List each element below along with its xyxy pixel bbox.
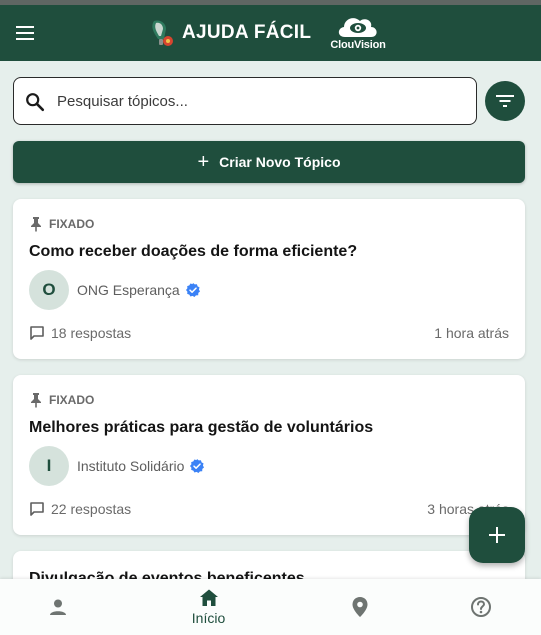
pinned-label: FIXADO <box>49 217 95 231</box>
app-logo-icon <box>152 20 173 46</box>
app-bar: AJUDA FÁCIL ClouVision <box>0 5 541 61</box>
nav-item-help[interactable] <box>413 579 541 635</box>
pinned-row: FIXADO <box>29 216 94 232</box>
nav-label-home: Início <box>191 610 226 626</box>
comment-icon <box>30 502 44 516</box>
filter-icon <box>496 95 514 107</box>
replies-count: 18 respostas <box>29 325 131 341</box>
verified-badge-icon <box>185 283 200 297</box>
partner-logo-text: ClouVision <box>330 39 386 51</box>
verified-badge-icon <box>190 459 205 473</box>
author-name: ONG Esperança <box>77 282 180 298</box>
comment-icon <box>30 326 44 340</box>
search-input[interactable] <box>57 86 457 116</box>
author-row: O ONG Esperança <box>29 270 201 310</box>
avatar: O <box>29 270 69 310</box>
app-brand: AJUDA FÁCIL <box>148 15 311 51</box>
cloud-eye-icon <box>338 18 377 37</box>
topic-title[interactable]: Melhores práticas para gestão de voluntá… <box>29 419 373 437</box>
plus-icon: + <box>197 151 210 173</box>
help-icon <box>470 597 491 617</box>
new-topic-button[interactable]: + Criar Novo Tópico <box>13 141 525 183</box>
topic-card[interactable]: FIXADO Melhores práticas para gestão de … <box>13 375 525 535</box>
topic-time: 1 hora atrás <box>434 325 509 341</box>
topic-meta: 18 respostas 1 hora atrás <box>29 325 509 341</box>
pinned-label: FIXADO <box>49 393 95 407</box>
topic-card[interactable]: FIXADO Como receber doações de forma efi… <box>13 199 525 359</box>
topic-meta: 22 respostas 3 horas atrás <box>29 501 509 517</box>
pinned-row: FIXADO <box>29 392 94 408</box>
nav-item-location[interactable] <box>292 579 427 635</box>
filter-button[interactable] <box>485 81 525 121</box>
location-pin-icon <box>352 597 367 617</box>
bottom-nav: Início <box>0 579 541 635</box>
replies-count: 22 respostas <box>29 501 131 517</box>
search-icon <box>26 93 45 112</box>
menu-icon <box>16 26 34 40</box>
search-box[interactable] <box>13 77 477 125</box>
home-icon <box>199 589 218 606</box>
add-topic-fab[interactable] <box>469 507 525 563</box>
nav-item-profile[interactable] <box>0 579 125 635</box>
pin-icon <box>31 217 41 232</box>
menu-button[interactable] <box>10 18 40 48</box>
nav-item-home[interactable]: Início <box>141 579 276 635</box>
pin-icon <box>31 393 41 408</box>
app-title: AJUDA FÁCIL <box>182 22 312 43</box>
author-row: I Instituto Solidário <box>29 446 205 486</box>
avatar: I <box>29 446 69 486</box>
topic-title[interactable]: Como receber doações de forma eficiente? <box>29 243 357 261</box>
replies-label: 22 respostas <box>51 501 132 517</box>
new-topic-label: Criar Novo Tópico <box>219 154 341 170</box>
plus-icon <box>489 527 505 543</box>
partner-logo: ClouVision <box>327 13 389 53</box>
author-name: Instituto Solidário <box>77 458 185 474</box>
person-icon <box>49 599 66 615</box>
replies-label: 18 respostas <box>51 325 132 341</box>
